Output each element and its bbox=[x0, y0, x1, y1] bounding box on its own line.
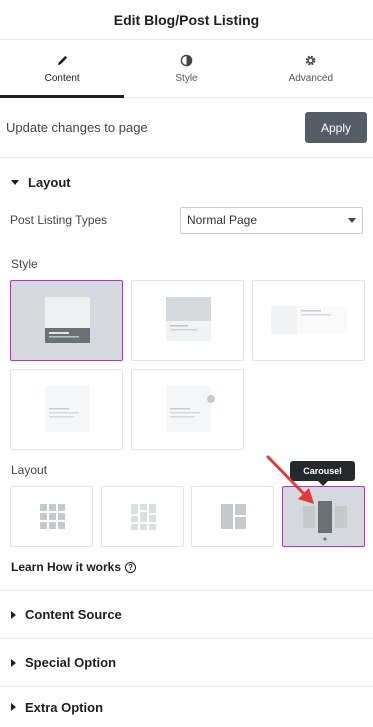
grid-layout-icon bbox=[40, 504, 65, 529]
section-special-option-title: Special Option bbox=[25, 655, 117, 670]
layout-option-grid[interactable] bbox=[10, 486, 93, 547]
help-icon: ? bbox=[125, 561, 137, 573]
post-listing-value: Normal Page bbox=[187, 213, 258, 227]
learn-how-link[interactable]: Learn How it works ? bbox=[11, 560, 137, 574]
tab-style-label: Style bbox=[175, 72, 198, 84]
section-content-source-title: Content Source bbox=[25, 607, 122, 622]
style-5-preview-icon bbox=[166, 386, 215, 432]
tab-bar: Content Style Advanced bbox=[0, 40, 373, 98]
pencil-icon bbox=[57, 55, 67, 65]
tab-content[interactable]: Content bbox=[0, 40, 124, 97]
style-3-preview-icon bbox=[271, 306, 347, 334]
layout-section-title: Layout bbox=[28, 174, 71, 190]
learn-how-label: Learn How it works bbox=[11, 560, 122, 574]
post-listing-label: Post Listing Types bbox=[10, 213, 108, 227]
style-label: Style bbox=[11, 257, 38, 271]
apply-button[interactable]: Apply bbox=[305, 112, 367, 143]
chevron-down-icon bbox=[348, 217, 356, 223]
style-option-4[interactable] bbox=[10, 369, 123, 450]
post-listing-select[interactable]: Normal Page bbox=[180, 206, 363, 234]
style-1-preview-icon bbox=[45, 297, 90, 343]
tab-advanced-label: Advanced bbox=[288, 72, 334, 84]
tab-style[interactable]: Style bbox=[124, 40, 248, 97]
section-extra-option-title: Extra Option bbox=[25, 699, 104, 715]
layout-section-header[interactable]: Layout bbox=[0, 158, 373, 206]
update-row: Update changes to page Apply bbox=[0, 98, 373, 158]
masonry-layout-icon bbox=[131, 504, 156, 530]
section-extra-option[interactable]: Extra Option bbox=[0, 686, 373, 727]
red-arrow-icon bbox=[266, 455, 314, 504]
section-special-option[interactable]: Special Option bbox=[0, 638, 373, 686]
style-2-preview-icon bbox=[166, 297, 211, 341]
half-circle-icon bbox=[180, 54, 193, 66]
caret-right-icon bbox=[11, 610, 16, 619]
caret-right-icon bbox=[11, 703, 16, 711]
style-grid bbox=[10, 280, 365, 450]
post-listing-row: Post Listing Types Normal Page bbox=[0, 206, 373, 234]
style-4-preview-icon bbox=[45, 386, 90, 432]
panel-header: Edit Blog/Post Listing bbox=[0, 0, 373, 40]
style-option-3[interactable] bbox=[252, 280, 365, 361]
tab-advanced[interactable]: Advanced bbox=[249, 40, 373, 97]
panel-title: Edit Blog/Post Listing bbox=[113, 11, 260, 28]
caret-right-icon bbox=[11, 658, 16, 667]
style-option-5[interactable] bbox=[131, 369, 244, 450]
update-text: Update changes to page bbox=[6, 120, 148, 135]
layout-label: Layout bbox=[11, 463, 48, 477]
gear-icon bbox=[305, 55, 316, 65]
caret-down-icon bbox=[11, 179, 19, 185]
layout-option-masonry[interactable] bbox=[101, 486, 184, 547]
tab-content-label: Content bbox=[44, 72, 80, 84]
section-content-source[interactable]: Content Source bbox=[0, 590, 373, 638]
style-option-2[interactable] bbox=[131, 280, 244, 361]
style-option-1[interactable] bbox=[10, 280, 123, 361]
